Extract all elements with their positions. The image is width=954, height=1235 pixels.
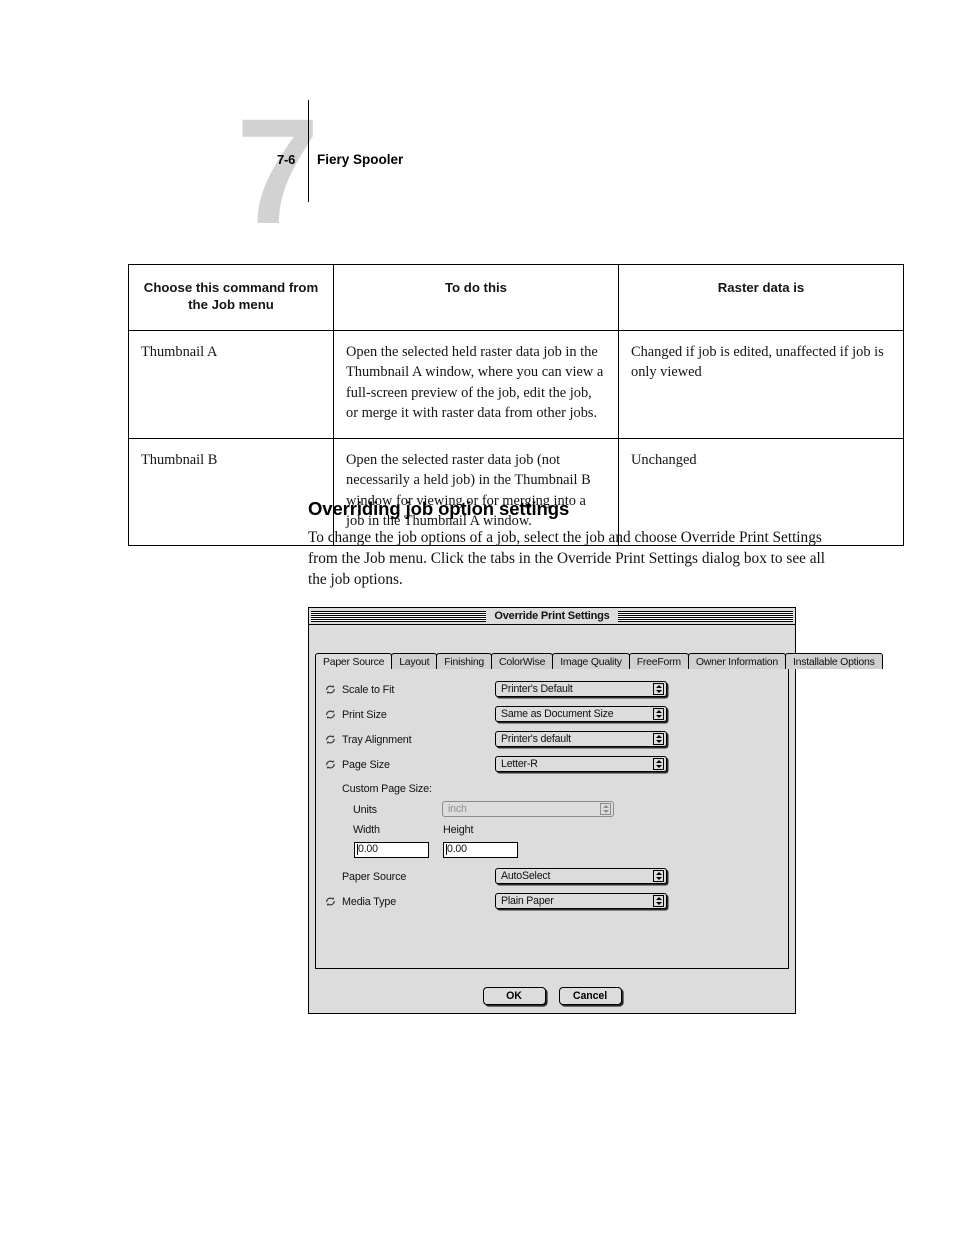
option-row-tray-alignment: Tray Alignment Printer's default xyxy=(316,731,788,749)
page-header: 7 7-6 Fiery Spooler xyxy=(236,96,836,250)
option-row-media-type: Media Type Plain Paper xyxy=(316,893,788,911)
table-row: Thumbnail A Open the selected held raste… xyxy=(128,329,904,439)
option-row-scale-to-fit: Scale to Fit Printer's Default xyxy=(316,681,788,699)
cell-todo-line: full-screen preview of the job, edit the… xyxy=(346,384,592,401)
tab-colorwise[interactable]: ColorWise xyxy=(491,653,554,669)
tab-image-quality[interactable]: Image Quality xyxy=(552,653,630,669)
titlebar-stripes-left xyxy=(311,610,487,622)
label-units: Units xyxy=(353,804,377,816)
titlebar-stripes-right xyxy=(617,610,793,622)
header-divider-rule xyxy=(308,100,309,202)
dropdown-tray-alignment-value: Printer's default xyxy=(501,733,571,745)
option-row-print-size: Print Size Same as Document Size xyxy=(316,706,788,724)
label-page-size: Page Size xyxy=(342,759,390,771)
dropdown-print-size-value: Same as Document Size xyxy=(501,708,614,720)
option-row-page-size: Page Size Letter-R xyxy=(316,756,788,774)
cell-todo-line: necessarily a held job) in the Thumbnail… xyxy=(346,472,591,489)
page-folio: 7-6 xyxy=(277,152,296,167)
table-header-row: Choose this command from the Job menu To… xyxy=(128,264,904,331)
chevron-updown-icon xyxy=(600,803,611,815)
column-header-command-line1: Choose this command xyxy=(143,280,286,295)
dropdown-page-size[interactable]: Letter-R xyxy=(495,756,667,772)
label-print-size: Print Size xyxy=(342,709,387,721)
override-loop-icon xyxy=(324,758,337,771)
cell-todo-line: or merge it with raster data from other … xyxy=(346,405,598,422)
chevron-updown-icon xyxy=(653,683,664,695)
paragraph-line: the job options. xyxy=(308,571,403,589)
chevron-updown-icon xyxy=(653,895,664,907)
tab-freeform[interactable]: FreeForm xyxy=(628,653,689,669)
dropdown-tray-alignment[interactable]: Printer's default xyxy=(495,731,667,747)
label-width: Width xyxy=(353,824,380,836)
label-scale-to-fit: Scale to Fit xyxy=(342,684,395,696)
cell-raster-line: only viewed xyxy=(631,364,702,381)
paper-source-panel: Scale to Fit Printer's Default Print Siz… xyxy=(315,667,789,969)
tab-paper-source[interactable]: Paper Source xyxy=(315,653,393,669)
input-height-value: 0.00 xyxy=(447,843,467,855)
cell-todo-line: Open the selected raster data job (not xyxy=(346,451,561,468)
dropdown-scale-to-fit[interactable]: Printer's Default xyxy=(495,681,667,697)
chevron-updown-icon xyxy=(653,708,664,720)
input-height[interactable]: 0.00 xyxy=(443,842,518,858)
label-media-type: Media Type xyxy=(342,896,397,908)
section-heading: Overriding job option settings xyxy=(308,498,570,519)
column-header-command: Choose this command from the Job menu xyxy=(128,264,334,331)
dropdown-print-size[interactable]: Same as Document Size xyxy=(495,706,667,722)
section-paragraph: To change the job options of a job, sele… xyxy=(308,527,830,590)
column-header-todo: To do this xyxy=(333,264,619,331)
table-header: Choose this command from the Job menu To… xyxy=(128,264,904,331)
option-row-paper-source: Paper Source AutoSelect xyxy=(316,868,788,886)
dropdown-scale-to-fit-value: Printer's Default xyxy=(501,683,573,695)
cell-todo-line: Open the selected held raster data job i… xyxy=(346,343,598,360)
dialog-button-row: OK Cancel xyxy=(309,987,795,1005)
dropdown-units[interactable]: inch xyxy=(442,801,614,817)
dialog-body: Paper Source Layout Finishing ColorWise … xyxy=(309,625,883,1013)
chevron-updown-icon xyxy=(653,870,664,882)
override-loop-icon xyxy=(324,895,337,908)
cell-command: Thumbnail A xyxy=(128,329,334,439)
paragraph-line: To change the job options of a job, sele… xyxy=(308,529,822,546)
tab-owner-information[interactable]: Owner Information xyxy=(687,653,786,669)
dropdown-units-value: inch xyxy=(448,803,467,815)
chapter-number-watermark: 7 xyxy=(236,87,319,255)
tab-installable-options[interactable]: Installable Options xyxy=(784,653,883,669)
dropdown-page-size-value: Letter-R xyxy=(501,758,538,770)
dropdown-paper-source[interactable]: AutoSelect xyxy=(495,868,667,884)
paragraph-line: from the Job menu. Click the tabs in the… xyxy=(308,550,826,568)
override-loop-icon xyxy=(324,683,337,696)
override-loop-icon xyxy=(324,708,337,721)
dialog-titlebar[interactable]: Override Print Settings xyxy=(309,608,795,625)
dialog-title: Override Print Settings xyxy=(488,608,616,624)
dropdown-media-type[interactable]: Plain Paper xyxy=(495,893,667,909)
override-print-settings-dialog: Override Print Settings Paper Source Lay… xyxy=(308,607,883,1014)
cell-raster-line: Changed if job is edited, unaffected if … xyxy=(631,343,884,360)
dropdown-paper-source-value: AutoSelect xyxy=(501,870,551,882)
ok-button[interactable]: OK xyxy=(482,987,546,1005)
label-custom-page-size-group: Custom Page Size: xyxy=(342,783,432,795)
cancel-button[interactable]: Cancel xyxy=(558,987,622,1005)
dropdown-media-type-value: Plain Paper xyxy=(501,895,554,907)
cell-todo-line: Thumbnail A window, where you can view a xyxy=(346,364,604,381)
tab-layout[interactable]: Layout xyxy=(391,653,438,669)
cell-todo: Open the selected held raster data job i… xyxy=(333,329,619,439)
override-loop-icon xyxy=(324,733,337,746)
cell-raster: Changed if job is edited, unaffected if … xyxy=(618,329,904,439)
chevron-updown-icon xyxy=(653,758,664,770)
running-head-title: Fiery Spooler xyxy=(317,152,404,167)
cell-command: Thumbnail B xyxy=(128,437,334,547)
chevron-updown-icon xyxy=(653,733,664,745)
column-header-raster: Raster data is xyxy=(618,264,904,331)
input-width[interactable]: 0.00 xyxy=(354,842,429,858)
label-height: Height xyxy=(443,824,474,836)
tab-finishing[interactable]: Finishing xyxy=(436,653,493,669)
label-tray-alignment: Tray Alignment xyxy=(342,734,412,746)
label-paper-source: Paper Source xyxy=(342,871,407,883)
input-width-value: 0.00 xyxy=(358,843,378,855)
tab-strip: Paper Source Layout Finishing ColorWise … xyxy=(315,652,883,669)
cell-raster-line: Unchanged xyxy=(631,451,697,468)
